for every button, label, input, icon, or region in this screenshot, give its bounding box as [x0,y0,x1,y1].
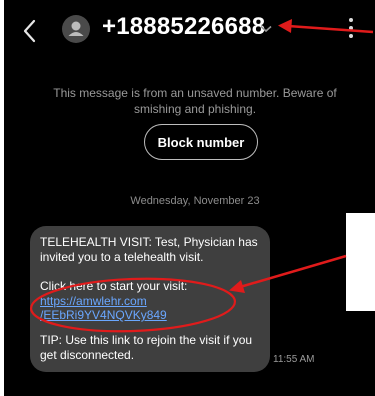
annotation-arrow-link [239,254,347,289]
annotation-link-circle [29,277,237,333]
arrowhead-number-icon [278,19,292,33]
annotation-overlay [29,19,374,333]
annotation-arrow-number [287,24,374,34]
arrowhead-link-icon [229,280,245,293]
